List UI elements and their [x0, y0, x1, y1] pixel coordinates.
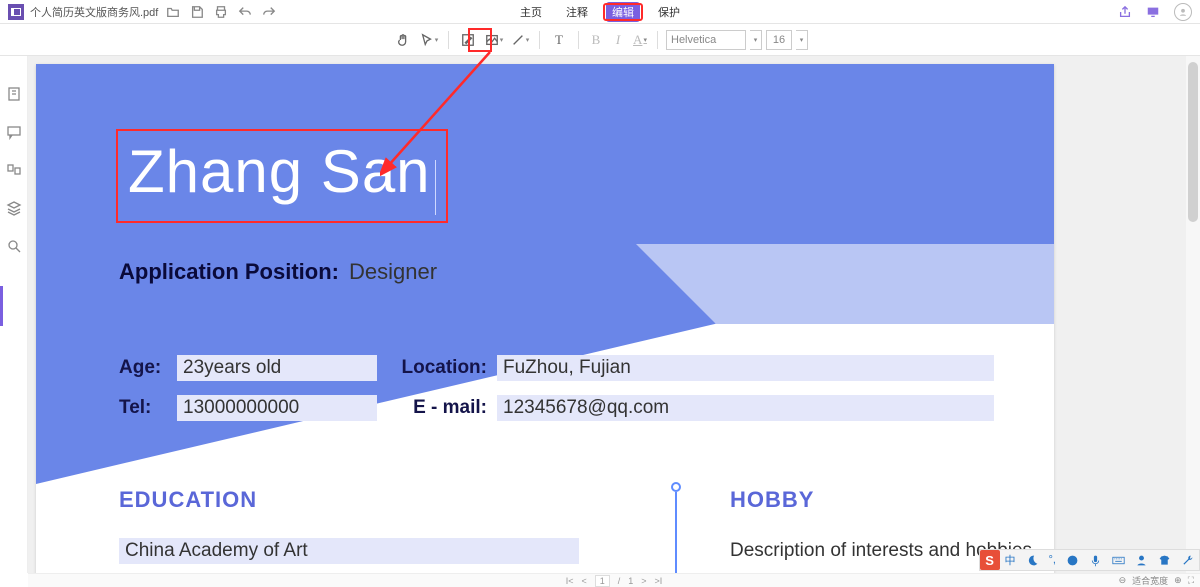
font-family-caret[interactable]: ▾ — [750, 30, 762, 50]
ime-tools-icon[interactable] — [1176, 554, 1199, 567]
vertical-scrollbar[interactable] — [1186, 56, 1200, 573]
tab-home[interactable]: 主页 — [514, 2, 548, 22]
tel-value[interactable]: 13000000000 — [177, 395, 377, 421]
ime-skin-icon[interactable] — [1153, 554, 1176, 567]
position-label: Application Position: — [119, 259, 339, 285]
document-filename: 个人简历英文版商务风.pdf — [30, 4, 158, 20]
ime-logo-icon[interactable]: S — [980, 550, 1000, 570]
edit-image-tool-icon[interactable]: ▾ — [483, 29, 505, 51]
next-page-icon[interactable]: > — [641, 576, 646, 586]
fullscreen-icon[interactable]: ⛶ — [1188, 575, 1194, 586]
page-sep: / — [618, 576, 621, 586]
select-tool-icon[interactable]: ▾ — [418, 29, 440, 51]
sidebar-active-indicator — [0, 286, 3, 326]
undo-icon[interactable] — [238, 5, 252, 19]
page-current[interactable]: 1 — [595, 575, 610, 587]
zoom-in-icon[interactable]: ⊕ — [1174, 575, 1182, 586]
ime-toolbar: S 中 °, — [979, 549, 1200, 571]
page-navigator: I< < 1 / 1 > >I — [28, 573, 1200, 587]
attachments-icon[interactable] — [6, 162, 22, 178]
ime-punct-icon[interactable]: °, — [1044, 554, 1061, 566]
ime-lang-toggle[interactable]: 中 — [1000, 552, 1021, 568]
ime-keyboard-icon[interactable] — [1107, 554, 1130, 567]
position-row: Application Position: Designer — [119, 258, 994, 286]
tab-edit[interactable]: 编辑 — [606, 2, 640, 22]
tel-label: Tel: — [119, 397, 177, 419]
layers-icon[interactable] — [6, 200, 22, 216]
prev-page-icon[interactable]: < — [581, 576, 586, 586]
search-icon[interactable] — [6, 238, 22, 254]
edit-text-tool-icon[interactable] — [457, 29, 479, 51]
add-text-tool-icon[interactable]: T — [548, 29, 570, 51]
hand-tool-icon[interactable] — [392, 29, 414, 51]
font-size-select[interactable] — [766, 30, 792, 50]
zoom-mode-label[interactable]: 适合宽度 — [1132, 574, 1168, 587]
line-tool-icon[interactable]: ▾ — [509, 29, 531, 51]
name-edit-highlight[interactable]: Zhang San — [116, 129, 448, 223]
ime-moon-icon[interactable] — [1021, 554, 1044, 567]
bold-button[interactable]: B — [587, 29, 605, 51]
ime-mic-icon[interactable] — [1084, 554, 1107, 567]
font-size-caret[interactable]: ▾ — [796, 30, 808, 50]
location-label: Location: — [387, 357, 497, 379]
hobby-heading: HOBBY — [730, 487, 814, 513]
edit-toolbar: ▾ ▾ ▾ T B I A▾ ▾ ▾ — [0, 24, 1200, 56]
share-icon[interactable] — [1118, 5, 1132, 19]
location-value[interactable]: FuZhou, Fujian — [497, 355, 994, 381]
redo-icon[interactable] — [262, 5, 276, 19]
comments-icon[interactable] — [6, 124, 22, 140]
age-label: Age: — [119, 357, 177, 379]
resume-name[interactable]: Zhang San — [128, 138, 431, 205]
zoom-out-icon[interactable]: ⊖ — [1119, 575, 1127, 586]
text-cursor — [435, 160, 436, 215]
education-heading: EDUCATION — [119, 487, 257, 513]
open-folder-icon[interactable] — [166, 5, 180, 19]
timeline-dot — [671, 482, 681, 492]
timeline-line — [675, 492, 677, 573]
scrollbar-thumb[interactable] — [1188, 62, 1198, 222]
main-tabs: 主页 注释 编辑 保护 — [514, 0, 686, 24]
tab-annotate[interactable]: 注释 — [560, 2, 594, 22]
print-icon[interactable] — [214, 5, 228, 19]
position-value[interactable]: Designer — [349, 259, 437, 285]
email-label: E - mail: — [387, 397, 497, 419]
present-icon[interactable] — [1146, 5, 1160, 19]
user-avatar-icon[interactable] — [1174, 3, 1192, 21]
italic-button[interactable]: I — [609, 29, 627, 51]
email-value[interactable]: 12345678@qq.com — [497, 395, 994, 421]
last-page-icon[interactable]: >I — [655, 576, 663, 586]
separator — [448, 31, 449, 49]
document-canvas[interactable]: Zhang San Application Position: Designer… — [28, 56, 1200, 573]
ime-emoji-icon[interactable] — [1061, 554, 1084, 567]
tab-protect[interactable]: 保护 — [652, 2, 686, 22]
left-sidebar — [0, 56, 28, 573]
font-color-button[interactable]: A▾ — [631, 29, 649, 51]
title-bar: 个人简历英文版商务风.pdf 主页 注释 编辑 保护 — [0, 0, 1200, 24]
separator — [657, 31, 658, 49]
save-icon[interactable] — [190, 5, 204, 19]
zoom-status: ⊖ 适合宽度 ⊕ ⛶ — [1119, 573, 1194, 587]
thumbnails-icon[interactable] — [6, 86, 22, 102]
pdf-page[interactable]: Zhang San Application Position: Designer… — [36, 64, 1054, 573]
page-total: 1 — [628, 576, 633, 586]
ime-user-icon[interactable] — [1130, 554, 1153, 567]
separator — [539, 31, 540, 49]
education-entry[interactable]: China Academy of Art — [119, 538, 579, 564]
app-logo-icon — [8, 4, 24, 20]
age-value[interactable]: 23years old — [177, 355, 377, 381]
first-page-icon[interactable]: I< — [566, 576, 574, 586]
font-family-select[interactable] — [666, 30, 746, 50]
separator — [578, 31, 579, 49]
